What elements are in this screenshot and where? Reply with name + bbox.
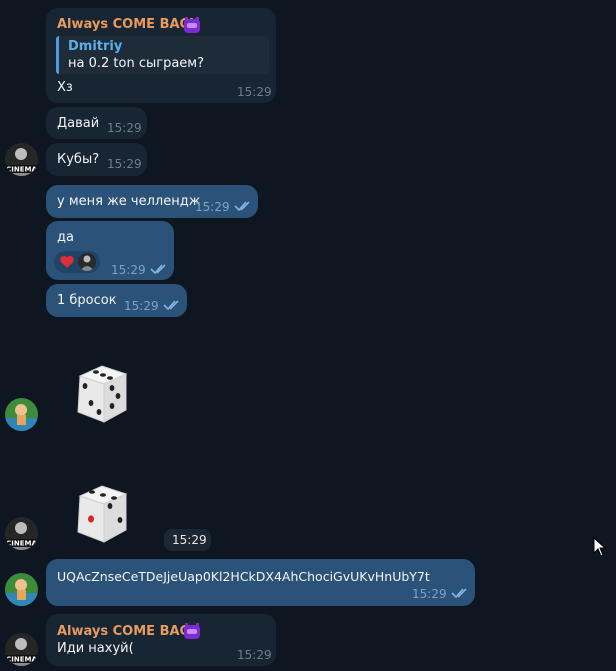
- message-time: 15:29: [237, 648, 272, 662]
- avatar[interactable]: CINEMA: [5, 143, 38, 176]
- message-time: 15:29: [111, 263, 146, 277]
- read-ticks-icon: [150, 264, 166, 275]
- dice-icon[interactable]: [70, 482, 134, 546]
- sticker-time: 15:29: [164, 529, 211, 551]
- avatar[interactable]: [5, 398, 38, 431]
- reaction-chip[interactable]: [54, 251, 100, 273]
- message-time: 15:29: [195, 200, 230, 214]
- message-bubble[interactable]: Always COME BACK Dmitriy на 0.2 ton сыгр…: [46, 8, 276, 103]
- message-bubble[interactable]: Кубы? 15:29: [46, 143, 147, 176]
- message-time: 15:29: [124, 299, 159, 313]
- message-time: 15:29: [172, 533, 207, 547]
- message-bubble[interactable]: UQAcZnseCeTDeJjeUap0Kl2HCkDX4AhChociGvUK…: [46, 559, 475, 606]
- message-bubble[interactable]: 1 бросок 15:29: [46, 284, 187, 317]
- mouse-cursor-icon: [593, 537, 607, 557]
- message-text: у меня же челлендж: [57, 194, 201, 209]
- message-text: Давай: [57, 116, 100, 131]
- message-time: 15:29: [107, 121, 142, 135]
- message-text: Иди нахуй(: [57, 641, 134, 656]
- avatar-image: CINEMA: [5, 517, 38, 550]
- avatar-label: CINEMA: [6, 656, 37, 664]
- avatar[interactable]: [5, 573, 38, 606]
- avatar[interactable]: CINEMA: [5, 633, 38, 666]
- message-bubble[interactable]: Always COME BACK Иди нахуй( 15:29: [46, 614, 276, 666]
- message-time: 15:29: [107, 157, 142, 171]
- reply-quote[interactable]: Dmitriy на 0.2 ton сыграем?: [56, 36, 269, 74]
- avatar-image: CINEMA: [5, 633, 38, 666]
- read-ticks-icon: [234, 201, 250, 212]
- message-bubble[interactable]: да 15:29: [46, 221, 174, 280]
- avatar-image: CINEMA: [5, 143, 38, 176]
- sender-name[interactable]: Always COME BACK: [57, 624, 199, 639]
- reply-text: на 0.2 ton сыграем?: [68, 56, 204, 71]
- avatar-label: CINEMA: [6, 540, 37, 548]
- message-time: 15:29: [237, 85, 272, 99]
- message-text: 1 бросок: [57, 293, 117, 308]
- reaction-avatar: [78, 253, 96, 271]
- message-text: Хз: [57, 80, 73, 95]
- read-ticks-icon: [451, 588, 467, 599]
- reply-author: Dmitriy: [68, 39, 123, 54]
- sender-name[interactable]: Always COME BACK: [57, 17, 199, 32]
- avatar-label: CINEMA: [6, 166, 37, 174]
- heart-icon: [60, 256, 74, 268]
- message-bubble[interactable]: Давай 15:29: [46, 107, 147, 139]
- badge-icon: [184, 17, 200, 33]
- message-bubble[interactable]: у меня же челлендж 15:29: [46, 185, 258, 218]
- message-text: Кубы?: [57, 152, 100, 167]
- read-ticks-icon: [163, 300, 179, 311]
- badge-icon: [184, 623, 200, 639]
- avatar-image: [5, 398, 38, 431]
- message-text: UQAcZnseCeTDeJjeUap0Kl2HCkDX4AhChociGvUK…: [57, 569, 430, 584]
- avatar-image: [5, 573, 38, 606]
- message-text: да: [57, 230, 74, 245]
- avatar[interactable]: CINEMA: [5, 517, 38, 550]
- dice-icon[interactable]: [70, 362, 134, 426]
- message-time: 15:29: [412, 587, 447, 601]
